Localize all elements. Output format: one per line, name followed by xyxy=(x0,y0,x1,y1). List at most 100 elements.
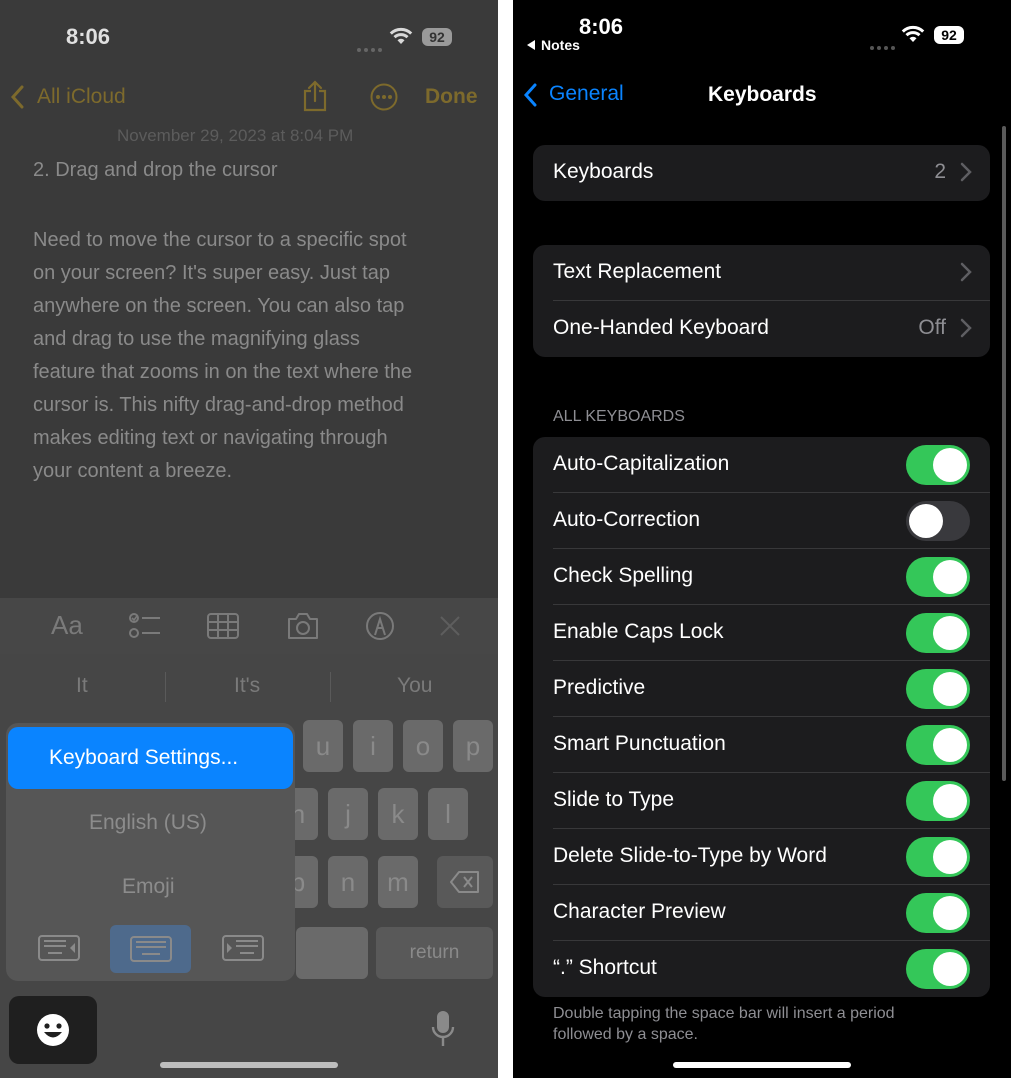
toggle-switch[interactable] xyxy=(906,837,970,877)
toggle-label: Auto-Correction xyxy=(553,508,701,531)
prediction-item[interactable]: It's xyxy=(234,674,260,698)
language-item[interactable]: English (US) xyxy=(89,811,207,835)
close-icon[interactable] xyxy=(438,614,462,638)
share-icon[interactable] xyxy=(302,80,328,117)
space-key[interactable] xyxy=(296,927,368,979)
toggle-label: Smart Punctuation xyxy=(553,732,726,755)
footer-note-line: Double tapping the space bar will insert… xyxy=(553,1005,895,1022)
key[interactable]: m xyxy=(378,856,418,908)
key[interactable]: j xyxy=(328,788,368,840)
text-group: Text Replacement One-Handed Keyboard Off xyxy=(533,245,990,357)
format-button[interactable]: Aa xyxy=(51,610,83,641)
key[interactable]: k xyxy=(378,788,418,840)
text-replacement-row[interactable]: Text Replacement xyxy=(533,245,990,301)
toggle-row: Enable Caps Lock xyxy=(533,605,990,661)
toggle-knob xyxy=(933,448,967,482)
note-line: feature that zooms in on the text where … xyxy=(33,361,413,383)
chevron-left-icon xyxy=(10,85,24,109)
prediction-item[interactable]: It xyxy=(76,674,88,698)
note-heading[interactable]: 2. Drag and drop the cursor xyxy=(33,159,278,182)
note-line: makes editing text or navigating through xyxy=(33,427,388,449)
done-button[interactable]: Done xyxy=(425,85,478,109)
keyboards-group: Keyboards 2 xyxy=(533,145,990,201)
toggle-knob xyxy=(933,728,967,762)
wifi-icon xyxy=(389,27,413,50)
toggle-switch[interactable] xyxy=(906,893,970,933)
toggle-switch[interactable] xyxy=(906,949,970,989)
battery-level: 92 xyxy=(941,27,957,43)
toggle-label: “.” Shortcut xyxy=(553,956,657,979)
toggle-row: Delete Slide-to-Type by Word xyxy=(533,829,990,885)
checklist-icon[interactable] xyxy=(129,612,161,640)
key[interactable]: l xyxy=(428,788,468,840)
row-label: One-Handed Keyboard xyxy=(553,316,769,339)
row-value: Off xyxy=(918,316,946,339)
key[interactable]: p xyxy=(453,720,493,772)
note-line: your content a breeze. xyxy=(33,460,233,482)
back-label: All iCloud xyxy=(37,85,126,108)
toggle-row: Auto-Correction xyxy=(533,493,990,549)
one-handed-keyboard-row[interactable]: One-Handed Keyboard Off xyxy=(533,301,990,357)
toggle-row: Slide to Type xyxy=(533,773,990,829)
toggle-row: “.” Shortcut xyxy=(533,941,990,997)
keyboard-left-icon[interactable] xyxy=(38,935,80,961)
wifi-icon xyxy=(901,25,925,48)
row-label: Text Replacement xyxy=(553,260,722,283)
scrollbar[interactable] xyxy=(1002,126,1006,781)
back-button[interactable]: General xyxy=(523,80,643,110)
key[interactable]: u xyxy=(303,720,343,772)
note-line: cursor is. This nifty drag-and-drop meth… xyxy=(33,394,404,416)
status-time: 8:06 xyxy=(579,14,624,39)
signal-icon xyxy=(869,38,895,56)
toggle-switch[interactable] xyxy=(906,725,970,765)
keyboard-center-option[interactable] xyxy=(110,925,191,973)
home-indicator[interactable] xyxy=(673,1062,851,1068)
toggle-knob xyxy=(933,784,967,818)
toggle-knob xyxy=(933,896,967,930)
delete-key[interactable] xyxy=(437,856,493,908)
toggle-row: Smart Punctuation xyxy=(533,717,990,773)
note-line: anywhere on the screen. You can also tap xyxy=(33,295,405,317)
keyboard-icon xyxy=(130,936,172,962)
emoji-button[interactable] xyxy=(9,996,97,1064)
key[interactable]: o xyxy=(403,720,443,772)
toggle-switch[interactable] xyxy=(906,669,970,709)
return-label: return xyxy=(409,942,460,963)
camera-icon[interactable] xyxy=(286,612,320,640)
note-line: Need to move the cursor to a specific sp… xyxy=(33,229,407,251)
back-app-label: Notes xyxy=(541,37,580,53)
chevron-right-icon xyxy=(960,162,972,182)
toggle-switch[interactable] xyxy=(906,445,970,485)
more-options-icon[interactable] xyxy=(370,83,398,116)
emoji-item[interactable]: Emoji xyxy=(122,875,175,899)
battery-level: 92 xyxy=(429,29,445,45)
section-header: ALL KEYBOARDS xyxy=(553,408,685,425)
toggle-row: Auto-Capitalization xyxy=(533,437,990,493)
toggle-label: Delete Slide-to-Type by Word xyxy=(553,844,827,867)
back-button[interactable]: All iCloud xyxy=(10,82,140,112)
back-label: General xyxy=(549,82,624,105)
keyboards-row[interactable]: Keyboards 2 xyxy=(533,145,990,201)
return-key[interactable]: return xyxy=(376,927,493,979)
note-body[interactable]: Need to move the cursor to a specific sp… xyxy=(33,224,473,488)
key[interactable]: n xyxy=(328,856,368,908)
prediction-item[interactable]: You xyxy=(397,674,432,698)
key[interactable]: i xyxy=(353,720,393,772)
toggle-knob xyxy=(933,840,967,874)
microphone-icon[interactable] xyxy=(431,1010,455,1048)
table-icon[interactable] xyxy=(207,613,239,639)
toggle-switch[interactable] xyxy=(906,613,970,653)
toggle-label: Predictive xyxy=(553,676,646,699)
keyboard-switcher-popup: Keyboard Settings... English (US) Emoji xyxy=(6,723,295,981)
toggle-switch[interactable] xyxy=(906,557,970,597)
toggle-knob xyxy=(933,560,967,594)
home-indicator[interactable] xyxy=(160,1062,338,1068)
toggle-switch[interactable] xyxy=(906,501,970,541)
toggle-row: Predictive xyxy=(533,661,990,717)
toggle-switch[interactable] xyxy=(906,781,970,821)
keyboard-settings-item[interactable]: Keyboard Settings... xyxy=(8,727,293,789)
markup-pen-icon[interactable] xyxy=(365,611,395,641)
status-time: 8:06 xyxy=(66,24,111,49)
keyboard-right-icon[interactable] xyxy=(222,935,264,961)
chevron-left-icon xyxy=(523,83,537,107)
